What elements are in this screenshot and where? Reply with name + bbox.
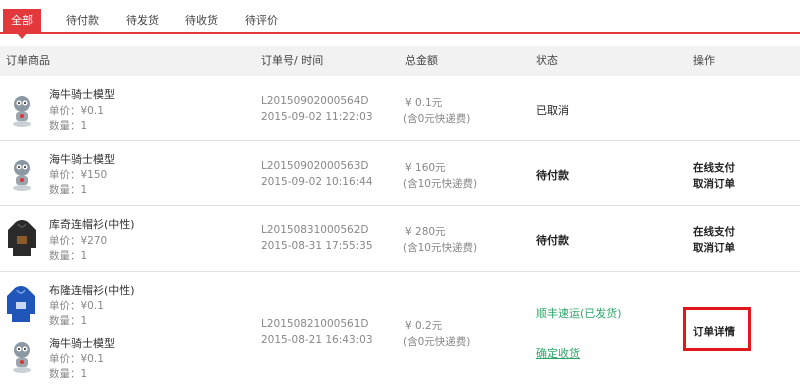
header-product: 订单商品	[6, 54, 50, 67]
product-name[interactable]: 库奇连帽衫(中性)	[49, 216, 135, 232]
product-name[interactable]: 海牛骑士模型	[49, 151, 115, 167]
order-number: L20150902000564D	[261, 95, 369, 107]
order-time: 2015-09-02 11:22:03	[261, 111, 373, 123]
product-price: 单价：¥270	[49, 235, 108, 247]
order-amount: ¥ 280元	[405, 226, 446, 238]
order-status: 待付款	[536, 234, 569, 247]
product-quantity: 数量：1	[49, 184, 88, 196]
shipping-fee-note: (含10元快递费)	[403, 242, 478, 254]
tab-pending-shipment[interactable]: 待发货	[126, 9, 159, 33]
order-row: 库奇连帽衫(中性) 单价：¥270 数量：1 L20150831000562D …	[0, 206, 800, 272]
header-order-no-time: 订单号/ 时间	[261, 54, 324, 67]
header-action: 操作	[693, 54, 715, 67]
order-time: 2015-08-31 17:55:35	[261, 240, 373, 252]
pay-online-link[interactable]: 在线支付	[693, 224, 735, 239]
tab-all[interactable]: 全部	[3, 9, 41, 39]
blue-hoodie-thumbnail[interactable]	[5, 284, 37, 324]
orders-table-header: 订单商品 订单号/ 时间 总金额 状态 操作	[0, 46, 800, 76]
product-price: 单价：¥0.1	[49, 300, 104, 312]
robot-figure-thumbnail[interactable]	[8, 338, 36, 374]
confirm-receipt-link[interactable]: 确定收货	[536, 345, 580, 361]
header-total: 总金额	[405, 54, 438, 67]
shipping-fee-note: (含10元快递费)	[403, 178, 478, 190]
robot-figure-thumbnail[interactable]	[8, 92, 36, 128]
header-status: 状态	[536, 54, 558, 67]
pay-online-link[interactable]: 在线支付	[693, 160, 735, 175]
product-quantity: 数量：1	[49, 120, 88, 132]
robot-figure-thumbnail[interactable]	[8, 156, 36, 192]
highlight-box	[683, 307, 751, 351]
order-status: 待付款	[536, 169, 569, 182]
product-name[interactable]: 海牛骑士模型	[49, 335, 115, 351]
product-price: 单价：¥0.1	[49, 353, 104, 365]
tab-pending-payment[interactable]: 待付款	[66, 9, 99, 33]
product-quantity: 数量：1	[49, 250, 88, 262]
order-row: 海牛骑士模型 单价：¥0.1 数量：1 L20150902000564D 201…	[0, 76, 800, 141]
order-number: L20150831000562D	[261, 224, 369, 236]
order-number: L20150821000561D	[261, 318, 369, 330]
tab-pending-review[interactable]: 待评价	[245, 9, 278, 33]
product-price: 单价：¥150	[49, 169, 108, 181]
cancel-order-link[interactable]: 取消订单	[693, 240, 735, 255]
order-filter-tabs: 全部 待付款 待发货 待收货 待评价	[0, 0, 800, 39]
order-time: 2015-08-21 16:43:03	[261, 334, 373, 346]
shipping-fee-note: (含0元快递费)	[403, 336, 471, 348]
black-hoodie-thumbnail[interactable]	[6, 218, 38, 258]
order-row: 海牛骑士模型 单价：¥150 数量：1 L20150902000563D 201…	[0, 141, 800, 206]
order-time: 2015-09-02 10:16:44	[261, 176, 373, 188]
product-name[interactable]: 海牛骑士模型	[49, 86, 115, 102]
order-amount: ¥ 0.1元	[405, 97, 443, 109]
shipping-fee-note: (含0元快递费)	[403, 113, 471, 125]
order-status: 已取消	[536, 104, 569, 117]
product-price: 单价：¥0.1	[49, 105, 104, 117]
product-name[interactable]: 布隆连帽衫(中性)	[49, 282, 135, 298]
order-status: 顺丰速运(已发货)	[536, 307, 622, 320]
order-number: L20150902000563D	[261, 160, 369, 172]
tab-pending-receipt[interactable]: 待收货	[185, 9, 218, 33]
order-row: 布隆连帽衫(中性) 单价：¥0.1 数量：1 海牛骑士模型 单价：¥0.1 数量…	[0, 272, 800, 391]
product-quantity: 数量：1	[49, 315, 88, 327]
cancel-order-link[interactable]: 取消订单	[693, 176, 735, 191]
product-quantity: 数量：1	[49, 368, 88, 380]
order-amount: ¥ 160元	[405, 162, 446, 174]
order-amount: ¥ 0.2元	[405, 320, 443, 332]
